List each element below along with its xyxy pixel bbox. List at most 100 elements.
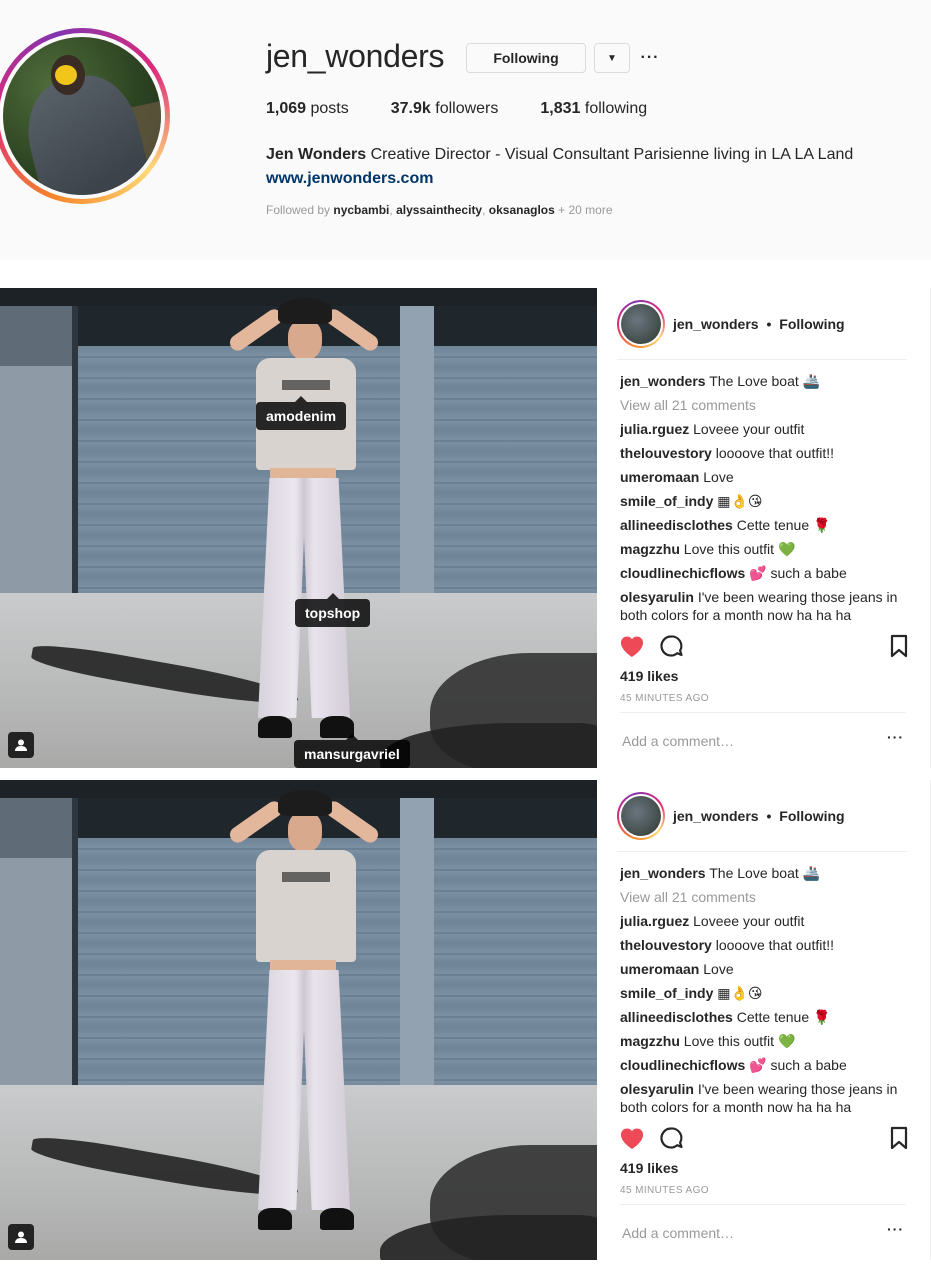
photo-tag-mansurgavriel[interactable]: mansurgavriel [294, 734, 410, 768]
caption-text: The Love boat 🚢 [709, 865, 821, 881]
comment-user[interactable]: cloudlinechicflows [620, 565, 745, 581]
caption-user[interactable]: jen_wonders [620, 373, 706, 389]
comment-item: cloudlinechicflows 💕 such a babe [620, 1056, 910, 1074]
comment-user[interactable]: thelouvestory [620, 445, 712, 461]
comment-user[interactable]: umeromaan [620, 469, 699, 485]
caret-down-icon: ▼ [607, 52, 617, 64]
profile-options-button[interactable]: ··· [640, 44, 660, 72]
comment-text: 💕 such a babe [749, 565, 847, 581]
post-timestamp[interactable]: 45 MINUTES AGO [620, 693, 709, 704]
heart-icon[interactable] [619, 634, 645, 663]
post-photo[interactable]: amodenim topshop mansurgavriel [0, 288, 597, 768]
comment-icon[interactable] [659, 1126, 685, 1155]
comment-item: magzzhu Love this outfit 💚 [620, 1032, 910, 1050]
comment-item: julia.rguez Loveee your outfit [620, 912, 910, 930]
post-header-user: jen_wonders • Following [673, 316, 845, 332]
comment-item: smile_of_indy ▦👌😘 [620, 984, 910, 1002]
comments-list: jen_wonders The Love boat 🚢 View all 21 … [620, 864, 910, 1118]
post-username[interactable]: jen_wonders [673, 808, 759, 824]
comment-user[interactable]: olesyarulin [620, 589, 694, 605]
posts-count: 1,069 [266, 100, 307, 117]
comment-user[interactable]: olesyarulin [620, 1081, 694, 1097]
following-button[interactable]: Following [466, 43, 586, 73]
view-all-comments-link[interactable]: View all 21 comments [620, 888, 910, 906]
post-photo[interactable] [0, 780, 597, 1260]
followed-by-user[interactable]: alyssainthecity [396, 203, 482, 217]
following-count: 1,831 [540, 100, 581, 117]
likes-count[interactable]: 419 likes [620, 1160, 678, 1176]
comment-text: Cette tenue 🌹 [736, 517, 831, 533]
photo-tag-topshop[interactable]: topshop [295, 593, 371, 627]
user-tags-icon[interactable] [8, 1224, 34, 1250]
suggestions-dropdown-button[interactable]: ▼ [594, 43, 630, 73]
caption: jen_wonders The Love boat 🚢 [620, 864, 910, 882]
post-actions [619, 634, 909, 660]
comment-text: 💕 such a babe [749, 1057, 847, 1073]
bookmark-icon[interactable] [889, 1126, 909, 1155]
photo-tag-amodenim[interactable]: amodenim [256, 396, 347, 430]
comment-item: magzzhu Love this outfit 💚 [620, 540, 910, 558]
followed-by-user[interactable]: nycbambi [333, 203, 389, 217]
comment-user[interactable]: umeromaan [620, 961, 699, 977]
photo-subject [222, 298, 382, 748]
comment-text: Cette tenue 🌹 [736, 1009, 831, 1025]
profile-bio-text: Creative Director - Visual Consultant Pa… [370, 146, 854, 163]
add-comment-section: ··· [620, 1204, 906, 1260]
post-sidebar: jen_wonders • Following jen_wonders The … [597, 780, 931, 1260]
comment-item: thelouvestory loooove that outfit!! [620, 444, 910, 462]
profile-avatar[interactable] [0, 28, 170, 204]
profile-website-link[interactable]: www.jenwonders.com [266, 167, 433, 191]
bookmark-icon[interactable] [889, 634, 909, 663]
likes-count[interactable]: 419 likes [620, 668, 678, 684]
caption-user[interactable]: jen_wonders [620, 865, 706, 881]
comment-user[interactable]: magzzhu [620, 541, 680, 557]
comment-text: Loveee your outfit [693, 913, 805, 929]
comment-text: Love [703, 961, 734, 977]
comment-item: olesyarulin I've been wearing those jean… [620, 588, 910, 624]
add-comment-input[interactable] [622, 1223, 862, 1243]
post-header-user: jen_wonders • Following [673, 808, 845, 824]
comment-item: smile_of_indy ▦👌😘 [620, 492, 910, 510]
comment-item: allineedisclothes Cette tenue 🌹 [620, 1008, 910, 1026]
post-timestamp[interactable]: 45 MINUTES AGO [620, 1185, 709, 1196]
followed-by-line: Followed by nycbambi, alyssainthecity, o… [266, 203, 613, 217]
profile-username: jen_wonders [266, 38, 445, 74]
followed-by-user[interactable]: oksanaglos [489, 203, 555, 217]
view-all-comments-link[interactable]: View all 21 comments [620, 396, 910, 414]
followed-by-more[interactable]: + 20 more [558, 203, 612, 217]
comment-item: olesyarulin I've been wearing those jean… [620, 1080, 910, 1116]
comment-text: Love [703, 469, 734, 485]
comment-user[interactable]: julia.rguez [620, 913, 689, 929]
post-header: jen_wonders • Following [617, 300, 907, 360]
comment-user[interactable]: allineedisclothes [620, 1009, 733, 1025]
post-options-icon[interactable]: ··· [887, 729, 904, 745]
post-options-icon[interactable]: ··· [887, 1221, 904, 1237]
post-header: jen_wonders • Following [617, 792, 907, 852]
comment-user[interactable]: smile_of_indy [620, 985, 713, 1001]
heart-icon[interactable] [619, 1126, 645, 1155]
profile-header: jen_wonders Following ▼ ··· 1,069 posts … [0, 0, 931, 260]
post-avatar[interactable] [617, 792, 665, 840]
comment-user[interactable]: julia.rguez [620, 421, 689, 437]
profile-full-name: Jen Wonders [266, 146, 367, 163]
comment-user[interactable]: smile_of_indy [620, 493, 713, 509]
comment-item: umeromaan Love [620, 468, 910, 486]
comment-icon[interactable] [659, 634, 685, 663]
comment-user[interactable]: thelouvestory [620, 937, 712, 953]
comment-user[interactable]: cloudlinechicflows [620, 1057, 745, 1073]
following-label: following [584, 100, 648, 117]
following-stat[interactable]: 1,831 following [540, 100, 647, 118]
following-status[interactable]: Following [779, 316, 844, 332]
followed-by-label: Followed by [266, 203, 331, 217]
comment-user[interactable]: allineedisclothes [620, 517, 733, 533]
caption-text: The Love boat 🚢 [709, 373, 821, 389]
ellipsis-icon: ··· [640, 49, 660, 66]
post-avatar[interactable] [617, 300, 665, 348]
post-username[interactable]: jen_wonders [673, 316, 759, 332]
comment-user[interactable]: magzzhu [620, 1033, 680, 1049]
user-tags-icon[interactable] [8, 732, 34, 758]
followers-stat[interactable]: 37.9k followers [391, 100, 499, 118]
post-card: jen_wonders • Following jen_wonders The … [0, 780, 931, 1260]
following-status[interactable]: Following [779, 808, 844, 824]
add-comment-input[interactable] [622, 731, 862, 751]
